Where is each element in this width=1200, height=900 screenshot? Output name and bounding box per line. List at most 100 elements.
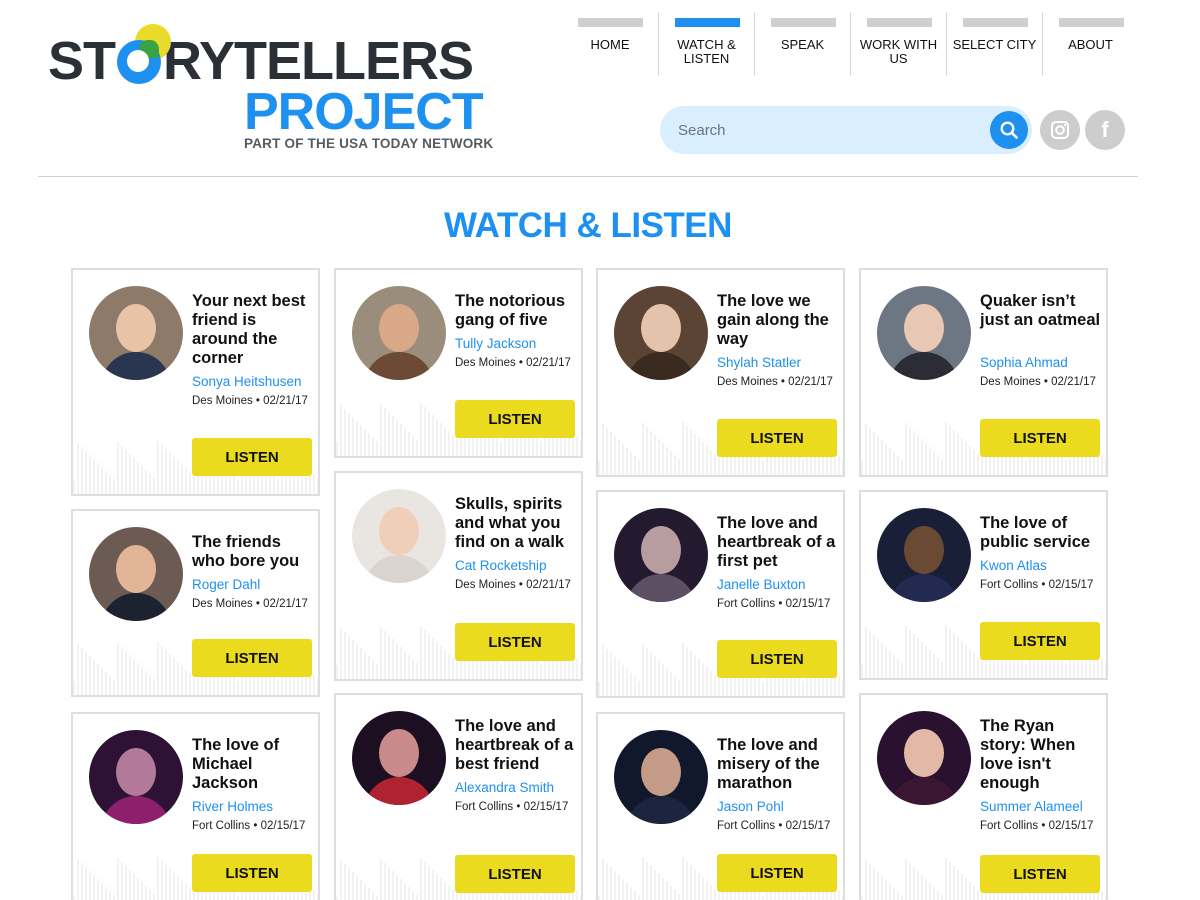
listen-button[interactable]: LISTEN [980,419,1100,457]
nav-item-about[interactable]: ABOUT [1042,12,1138,76]
story-card[interactable]: The love of public service Kwon Atlas Fo… [859,490,1108,680]
avatar-face [116,748,156,796]
story-card[interactable]: The love and misery of the marathon Jaso… [596,712,845,900]
story-city: Des Moines [192,598,253,610]
facebook-icon: f [1101,117,1109,142]
speaker-avatar[interactable] [89,527,183,621]
speaker-avatar[interactable] [877,286,971,380]
story-card[interactable]: Quaker isn’t just an oatmeal Sophia Ahma… [859,268,1108,477]
story-card[interactable]: The love of Michael Jackson River Holmes… [71,712,320,900]
nav-item-select-city[interactable]: SELECT CITY [946,12,1042,76]
story-date: 02/15/17 [1048,579,1094,591]
story-city: Fort Collins [980,579,1039,591]
story-date: 02/21/17 [788,376,833,388]
story-card[interactable]: The friends who bore you Roger Dahl Des … [71,509,320,697]
speaker-avatar[interactable] [614,730,708,824]
speaker-avatar[interactable] [614,286,708,380]
logo-tagline: PART OF THE USA TODAY NETWORK [244,136,494,151]
nav-item-home[interactable]: HOME [562,12,658,76]
speaker-avatar[interactable] [877,711,971,805]
nav-item-work-with-us[interactable]: WORK WITH US [850,12,946,76]
nav-label: WATCH & LISTEN [677,37,736,66]
story-title[interactable]: The love and misery of the marathon [717,736,841,793]
story-title[interactable]: The notorious gang of five [455,292,579,330]
story-city: Fort Collins [192,820,251,832]
story-card[interactable]: Skulls, spirits and what you find on a w… [334,471,583,681]
story-title[interactable]: The love of Michael Jackson [192,736,316,793]
logo-text-rytellers: RYTELLERS [163,31,474,91]
story-author[interactable]: Janelle Buxton [717,577,806,592]
story-author[interactable]: Kwon Atlas [980,558,1047,573]
listen-button[interactable]: LISTEN [192,438,312,476]
listen-button[interactable]: LISTEN [717,640,837,678]
avatar-face [379,729,419,777]
nav-indicator-active [675,18,740,27]
listen-button[interactable]: LISTEN [455,623,575,661]
avatar-body [889,777,959,805]
story-author[interactable]: Alexandra Smith [455,780,554,795]
listen-button[interactable]: LISTEN [980,622,1100,660]
nav-indicator [578,18,643,27]
story-title[interactable]: The Ryan story: When love isn't enough [980,717,1104,793]
story-city: Fort Collins [455,801,514,813]
avatar-body [101,796,171,824]
story-author[interactable]: Summer Alameel [980,799,1083,814]
nav-indicator [867,18,932,27]
story-author[interactable]: Tully Jackson [455,336,536,351]
story-card[interactable]: Your next best friend is around the corn… [71,268,320,496]
story-meta: Des Moines • 02/21/17 [717,376,833,388]
nav-item-speak[interactable]: SPEAK [754,12,850,76]
story-title[interactable]: Quaker isn’t just an oatmeal [980,292,1104,330]
instagram-button[interactable] [1040,110,1080,150]
listen-button[interactable]: LISTEN [717,854,837,892]
story-date: 02/21/17 [526,579,571,591]
speaker-avatar[interactable] [89,730,183,824]
story-card[interactable]: The notorious gang of five Tully Jackson… [334,268,583,458]
listen-button[interactable]: LISTEN [717,419,837,457]
header-divider [38,176,1138,177]
story-date: 02/15/17 [260,820,306,832]
story-title[interactable]: Skulls, spirits and what you find on a w… [455,495,579,552]
listen-button[interactable]: LISTEN [192,639,312,677]
story-city: Des Moines [455,579,516,591]
speaker-avatar[interactable] [352,286,446,380]
speaker-avatar[interactable] [352,711,446,805]
speaker-avatar[interactable] [352,489,446,583]
story-author[interactable]: Sophia Ahmad [980,355,1068,370]
search-input[interactable] [678,106,978,154]
story-author[interactable]: Roger Dahl [192,577,260,592]
speaker-avatar[interactable] [89,286,183,380]
story-author[interactable]: Sonya Heitshusen [192,374,302,389]
search-bar [660,106,1032,154]
listen-button[interactable]: LISTEN [980,855,1100,893]
story-meta: Fort Collins • 02/15/17 [717,820,831,832]
story-card[interactable]: The Ryan story: When love isn't enough S… [859,693,1108,900]
avatar-body [101,593,171,621]
story-title[interactable]: The love and heartbreak of a best friend [455,717,579,774]
listen-button[interactable]: LISTEN [455,855,575,893]
listen-button[interactable]: LISTEN [455,400,575,438]
story-author[interactable]: Jason Pohl [717,799,784,814]
search-button[interactable] [990,111,1028,149]
story-title[interactable]: The love of public service [980,514,1104,552]
story-card[interactable]: The love and heartbreak of a best friend… [334,693,583,900]
listen-button[interactable]: LISTEN [192,854,312,892]
story-author[interactable]: River Holmes [192,799,273,814]
logo-wordmark-top: ST RYTELLERS [48,24,474,91]
story-title[interactable]: The friends who bore you [192,533,316,571]
speaker-avatar[interactable] [614,508,708,602]
site-logo[interactable]: ST RYTELLERS PROJECT PART OF THE USA TODA… [48,12,508,162]
speaker-avatar[interactable] [877,508,971,602]
story-date: 02/21/17 [263,598,308,610]
story-card[interactable]: The love we gain along the way Shylah St… [596,268,845,477]
story-title[interactable]: The love and heartbreak of a first pet [717,514,841,571]
avatar-face [116,304,156,352]
story-title[interactable]: Your next best friend is around the corn… [192,292,316,368]
story-author[interactable]: Shylah Statler [717,355,801,370]
nav-item-watch-listen[interactable]: WATCH & LISTEN [658,12,754,76]
story-card[interactable]: The love and heartbreak of a first pet J… [596,490,845,698]
avatar-face [904,526,944,574]
story-author[interactable]: Cat Rocketship [455,558,547,573]
facebook-button[interactable]: f [1085,110,1125,150]
story-title[interactable]: The love we gain along the way [717,292,841,349]
